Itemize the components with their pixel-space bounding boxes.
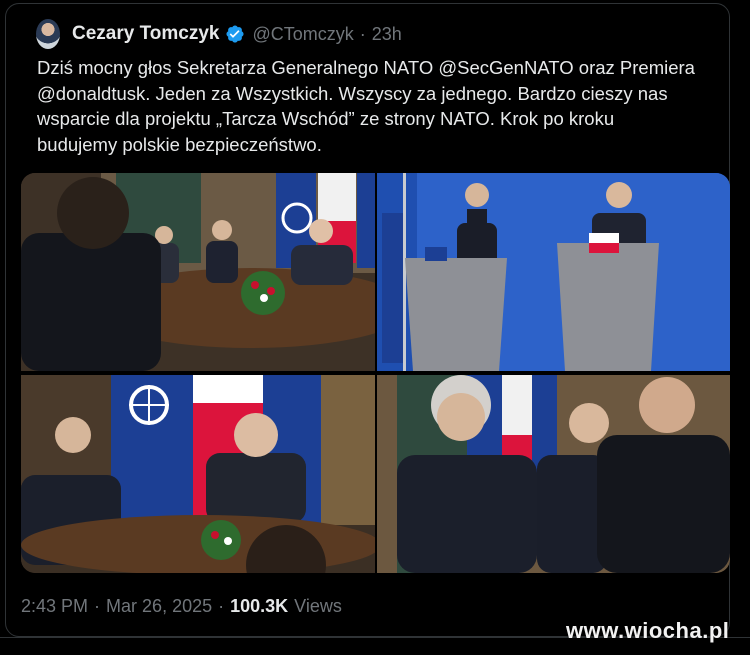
watermark: www.wiocha.pl [566,618,730,643]
media-grid [21,173,730,573]
author-handle[interactable]: @CTomczyk [253,24,354,45]
post-time[interactable]: 23h [372,24,402,45]
photo-conversation[interactable] [377,375,730,573]
tweet-header: Cezary Tomczyk @CTomczyk · 23h [36,18,402,50]
tweet-text: Dziś mocny głos Sekretarza Generalnego N… [37,55,717,157]
photo-meeting-table[interactable] [21,173,375,371]
photo-conversation-image [377,375,730,573]
post-date[interactable]: Mar 26, 2025 [106,596,212,617]
tweet-text-line: wsparcie dla projektu „Tarcza Wschód” ze… [37,108,615,129]
photo-press-conference-image [377,173,730,371]
avatar[interactable] [36,19,60,49]
photo-press-conference[interactable] [377,173,730,371]
views-count[interactable]: 100.3K [230,596,288,617]
header-separator: · [359,23,366,44]
photo-meeting-table-image [21,173,375,371]
tweet-text-line: Dziś mocny głos Sekretarza Generalnego N… [37,57,695,78]
tweet-meta: 2:43 PM · Mar 26, 2025 · 100.3K Views [21,596,342,617]
post-timestamp[interactable]: 2:43 PM [21,596,88,617]
tweet-text-line: budujemy polskie bezpieczeństwo. [37,133,322,155]
meta-separator: · [94,596,101,616]
meta-separator: · [218,596,225,616]
tweet-text-line: @donaldtusk. Jeden za Wszystkich. Wszysc… [37,82,668,104]
photo-premier-at-table[interactable] [21,375,375,573]
author-name[interactable]: Cezary Tomczyk [72,23,220,45]
photo-premier-at-table-image [21,375,375,573]
views-label: Views [294,596,342,616]
verified-badge-icon [225,25,244,43]
